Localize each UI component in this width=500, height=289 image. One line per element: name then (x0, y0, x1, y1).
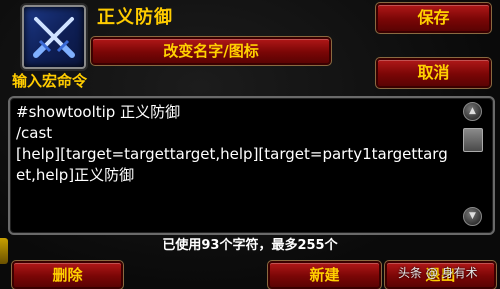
crossed-swords-icon (33, 17, 75, 58)
side-tab-handle[interactable] (0, 238, 8, 264)
scroll-up-icon[interactable]: ▲ (463, 102, 482, 121)
rename-icon-button[interactable]: 改变名字/图标 (90, 36, 332, 66)
editor-scrollbar[interactable]: ▲ ▼ (460, 100, 484, 228)
macro-body-text[interactable]: #showtooltip 正义防御 /cast [help][target=ta… (16, 102, 456, 186)
macro-editor-label: 输入宏命令 (12, 72, 88, 90)
scroll-down-icon[interactable]: ▼ (463, 207, 482, 226)
cancel-button[interactable]: 取消 (375, 57, 492, 89)
macro-editor-window: 正义防御 改变名字/图标 保存 取消 输入宏命令 #showtooltip 正义… (0, 0, 500, 289)
macro-name: 正义防御 (97, 7, 173, 28)
watermark-text: 头条 @ 身有术 (398, 266, 478, 280)
save-button[interactable]: 保存 (375, 2, 492, 34)
scroll-thumb[interactable] (463, 128, 483, 152)
new-button[interactable]: 新建 (267, 260, 382, 289)
delete-button[interactable]: 删除 (11, 260, 124, 289)
macro-icon-button[interactable] (22, 5, 86, 69)
character-count: 已使用93个字符，最多255个 (162, 238, 338, 253)
